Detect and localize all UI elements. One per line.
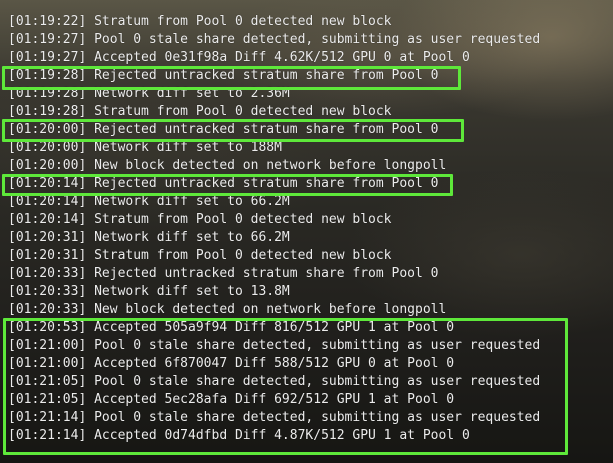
highlight-box-rejected-share bbox=[2, 66, 461, 90]
log-line: [01:20:33] Network diff set to 13.8M bbox=[8, 284, 290, 299]
log-line: [01:20:31] Stratum from Pool 0 detected … bbox=[8, 248, 392, 263]
log-line: [01:19:27] Pool 0 stale share detected, … bbox=[8, 32, 541, 47]
log-line: [01:20:14] Stratum from Pool 0 detected … bbox=[8, 212, 392, 227]
log-line: [01:19:22] Stratum from Pool 0 detected … bbox=[8, 14, 392, 29]
log-line: [01:20:33] Rejected untracked stratum sh… bbox=[8, 266, 439, 281]
log-line: [01:19:27] Accepted 0e31f98a Diff 4.62K/… bbox=[8, 50, 470, 65]
highlight-box-rejected-share bbox=[2, 174, 453, 196]
highlight-box-rejected-share bbox=[2, 119, 464, 142]
terminal-window[interactable]: [01:19:22] Stratum from Pool 0 detected … bbox=[0, 0, 613, 463]
log-line: [01:20:00] New block detected on network… bbox=[8, 158, 447, 173]
log-line: [01:20:31] Network diff set to 66.2M bbox=[8, 230, 290, 245]
log-line: [01:20:33] New block detected on network… bbox=[8, 302, 447, 317]
highlight-box-accepted-shares bbox=[3, 318, 568, 455]
